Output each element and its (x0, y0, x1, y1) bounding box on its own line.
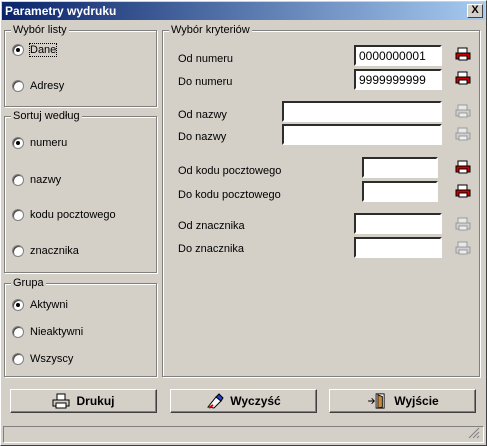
radio-label: Nieaktywni (30, 326, 84, 338)
do-znacznika-input[interactable] (354, 237, 442, 258)
clear-button[interactable]: Wyczyść (170, 389, 317, 413)
radio-sort-znacznika[interactable]: znacznika (12, 245, 79, 257)
radio-wszyscy[interactable]: Wszyscy (12, 353, 73, 365)
radio-indicator[interactable] (12, 80, 24, 92)
od-numeru-label: Od numeru (178, 53, 234, 65)
radio-indicator[interactable] (12, 209, 24, 221)
do-kodu-label: Do kodu pocztowego (178, 189, 281, 201)
radio-label: kodu pocztowego (30, 209, 116, 221)
radio-sort-kodu[interactable]: kodu pocztowego (12, 209, 116, 221)
radio-label: Wszyscy (30, 353, 74, 365)
print-button[interactable]: Drukuj (10, 389, 157, 413)
radio-indicator[interactable] (12, 353, 24, 365)
exit-door-icon (368, 393, 385, 409)
radio-nieaktywni[interactable]: Nieaktywni (12, 326, 83, 338)
list-choice-group: Wybór listy Dane Adresy (4, 24, 157, 107)
od-znacznika-label: Od znacznika (178, 220, 245, 232)
od-nazwy-label: Od nazwy (178, 109, 227, 121)
radio-sort-nazwy[interactable]: nazwy (12, 174, 61, 186)
radio-label: numeru (30, 137, 68, 149)
radio-label: znacznika (30, 245, 79, 257)
od-numeru-input[interactable] (354, 45, 442, 66)
radio-indicator[interactable] (12, 326, 24, 338)
radio-label: Adresy (30, 80, 65, 92)
radio-dane[interactable]: Dane (12, 43, 58, 57)
radio-indicator[interactable] (12, 174, 24, 186)
group-legend: Sortuj według (11, 110, 82, 122)
picker-disabled-icon (455, 217, 471, 231)
radio-adresy[interactable]: Adresy (12, 80, 64, 92)
radio-indicator[interactable] (12, 137, 24, 149)
exit-button-label: Wyjście (394, 394, 439, 408)
exit-button[interactable]: Wyjście (329, 389, 476, 413)
title-bar[interactable]: Parametry wydruku X (2, 2, 485, 20)
do-nazwy-label: Do nazwy (178, 131, 227, 143)
eraser-icon (207, 393, 224, 409)
picker-active-icon[interactable] (455, 160, 471, 174)
radio-label: Dane (28, 43, 58, 57)
group-filter-group: Grupa Aktywni Nieaktywni Wszyscy (4, 277, 157, 377)
clear-button-label: Wyczyść (230, 394, 281, 408)
od-kodu-input[interactable] (362, 157, 438, 178)
resize-grip-icon[interactable] (468, 427, 480, 439)
od-znacznika-input[interactable] (354, 213, 442, 234)
do-znacznika-label: Do znacznika (178, 243, 245, 255)
radio-label: nazwy (30, 174, 62, 186)
radio-aktywni[interactable]: Aktywni (12, 299, 68, 311)
criteria-group: Wybór kryteriów Od numeru Do numeru Od n… (162, 24, 480, 377)
do-kodu-input[interactable] (362, 181, 438, 202)
printer-icon (52, 393, 70, 409)
group-legend: Grupa (11, 277, 46, 289)
do-numeru-input[interactable] (354, 69, 442, 90)
od-kodu-label: Od kodu pocztowego (178, 165, 282, 177)
picker-active-icon[interactable] (455, 71, 471, 85)
picker-active-icon[interactable] (455, 184, 471, 198)
radio-sort-numeru[interactable]: numeru (12, 137, 67, 149)
picker-disabled-icon (455, 104, 471, 118)
print-parameters-dialog: Parametry wydruku X Wybór listy Dane Adr… (0, 0, 487, 446)
picker-disabled-icon (455, 241, 471, 255)
radio-indicator[interactable] (12, 44, 24, 56)
radio-indicator[interactable] (12, 245, 24, 257)
group-legend: Wybór listy (11, 24, 69, 36)
window-title: Parametry wydruku (5, 4, 117, 18)
radio-label: Aktywni (30, 299, 68, 311)
sort-by-group: Sortuj według numeru nazwy kodu pocztowe… (4, 110, 157, 273)
picker-disabled-icon (455, 127, 471, 141)
close-icon: X (471, 4, 479, 16)
do-nazwy-input[interactable] (282, 124, 442, 145)
radio-indicator[interactable] (12, 299, 24, 311)
status-bar (3, 426, 484, 443)
group-legend: Wybór kryteriów (169, 24, 252, 36)
close-button[interactable]: X (467, 4, 483, 18)
print-button-label: Drukuj (76, 394, 115, 408)
do-numeru-label: Do numeru (178, 76, 233, 88)
picker-active-icon[interactable] (455, 47, 471, 61)
od-nazwy-input[interactable] (282, 101, 442, 122)
